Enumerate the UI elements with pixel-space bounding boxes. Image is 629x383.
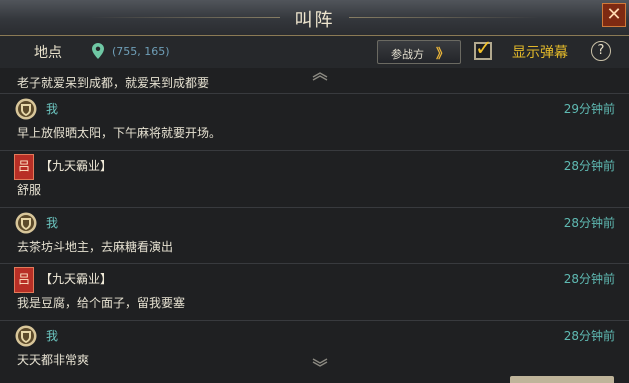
map-pin-icon [92,43,104,59]
shield-avatar-icon [15,98,37,120]
location-label: 地点 [34,45,62,61]
message-text: 早上放假晒太阳，下午麻将就要开场。 [17,126,222,140]
close-button[interactable]: ✕ [602,3,626,27]
join-side-label: 参战方 [391,48,424,61]
faction-badge-icon: 吕 [14,154,34,180]
checkmark-icon: ✓ [475,36,493,60]
header-row: 地点 (755, 165) 参战方 》 ✓ 显示弹幕 ? [0,36,629,68]
message-item: 吕 【九天霸业】 28分钟前 舒服 [0,150,629,203]
message-item: 我 29分钟前 早上放假晒太阳，下午麻将就要开场。 [0,93,629,146]
message-time: 28分钟前 [563,216,615,230]
double-chevron-right-icon: 》 [436,47,449,62]
sender-name[interactable]: 【九天霸业】 [40,157,112,174]
bottom-button-edge[interactable] [510,376,614,383]
partial-message-text: 老子就爱呆到成都，就爱呆到成都要 [17,76,210,90]
shield-avatar-icon [15,325,37,347]
message-time: 28分钟前 [563,272,615,286]
join-side-button[interactable]: 参战方 》 [377,40,461,64]
sender-name[interactable]: 【九天霸业】 [40,270,112,287]
help-button[interactable]: ? [591,41,611,61]
message-list[interactable]: 老子就爱呆到成都，就爱呆到成都要 我 29分钟前 早上放假晒太阳，下午麻将就要开… [0,68,629,383]
message-text: 舒服 [17,183,42,197]
message-time: 29分钟前 [563,102,615,116]
show-barrage-label[interactable]: 显示弹幕 [512,42,568,62]
shield-avatar-icon [15,212,37,234]
message-item: 吕 【九天霸业】 28分钟前 我是豆腐，给个面子，留我要塞 [0,263,629,316]
message-time: 28分钟前 [563,159,615,173]
message-item: 我 28分钟前 去茶坊斗地主，去麻糖看演出 [0,207,629,260]
sender-name[interactable]: 我 [46,100,58,117]
scroll-down-chevron-icon[interactable] [311,358,329,368]
window-title: 叫阵 [294,10,335,31]
show-barrage-checkbox[interactable]: ✓ [474,36,493,60]
sender-name[interactable]: 我 [46,327,58,344]
scroll-up-chevron-icon[interactable] [311,71,329,81]
message-text: 我是豆腐，给个面子，留我要塞 [17,296,186,310]
message-text: 天天都非常爽 [17,353,90,367]
title-bar: 叫阵 ✕ [0,0,629,36]
faction-badge-icon: 吕 [14,267,34,293]
coordinates-link[interactable]: (755, 165) [112,45,170,58]
sender-name[interactable]: 我 [46,214,58,231]
message-time: 28分钟前 [563,329,615,343]
message-text: 去茶坊斗地主，去麻糖看演出 [17,240,174,254]
